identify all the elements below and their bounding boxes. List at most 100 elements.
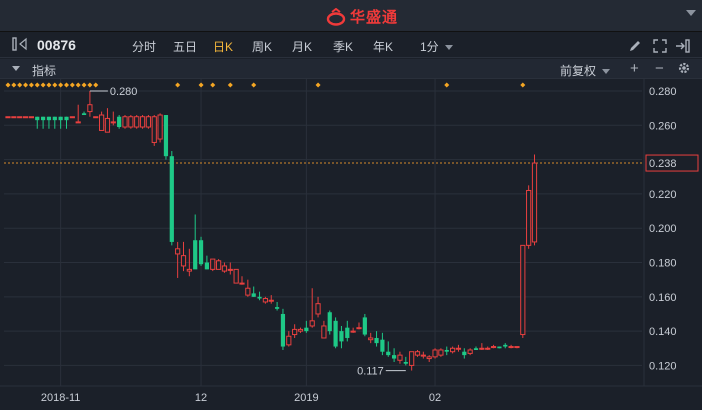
candle[interactable] xyxy=(497,346,502,349)
window-menu-icon[interactable] xyxy=(686,10,696,16)
candle[interactable] xyxy=(455,344,462,352)
candle[interactable] xyxy=(210,258,216,272)
candle[interactable] xyxy=(508,344,514,349)
candle[interactable] xyxy=(503,343,508,349)
tab-yearly-k[interactable]: 年K xyxy=(373,38,393,55)
candle[interactable] xyxy=(444,346,449,356)
event-marker-icon[interactable] xyxy=(75,82,81,88)
event-marker-icon[interactable] xyxy=(64,82,69,88)
candle[interactable] xyxy=(403,356,408,366)
candle[interactable] xyxy=(450,346,456,354)
candle[interactable] xyxy=(110,111,116,126)
candle[interactable] xyxy=(397,351,403,364)
event-marker-icon[interactable] xyxy=(17,82,23,88)
candle[interactable] xyxy=(64,116,69,129)
collapse-triangle-icon[interactable] xyxy=(12,66,20,71)
candle[interactable] xyxy=(22,116,29,119)
candle[interactable] xyxy=(75,104,81,124)
candle[interactable] xyxy=(216,259,222,270)
candle[interactable] xyxy=(257,291,262,301)
event-marker-icon[interactable] xyxy=(198,82,204,88)
candle[interactable] xyxy=(321,320,327,339)
candle[interactable] xyxy=(374,331,379,347)
candle[interactable] xyxy=(128,115,134,129)
event-marker-icon[interactable] xyxy=(444,82,450,88)
candle[interactable] xyxy=(169,151,174,246)
candle[interactable] xyxy=(333,317,338,349)
candle[interactable] xyxy=(462,348,467,359)
candle[interactable] xyxy=(163,115,169,160)
zoom-in-button[interactable]: + xyxy=(630,60,639,77)
event-marker-icon[interactable] xyxy=(46,82,52,88)
event-marker-icon[interactable] xyxy=(210,82,216,88)
candle[interactable] xyxy=(239,276,245,285)
exit-icon[interactable] xyxy=(675,39,691,56)
event-marker-icon[interactable] xyxy=(28,82,34,88)
event-marker-icon[interactable] xyxy=(315,82,321,88)
candle[interactable] xyxy=(520,244,526,338)
candle[interactable] xyxy=(380,332,385,356)
event-marker-icon[interactable] xyxy=(11,82,17,88)
candle[interactable] xyxy=(514,346,520,349)
event-markers[interactable] xyxy=(5,82,526,88)
candlestick-chart[interactable]: 0.2800.117 0.2800.2600.2400.2200.2000.18… xyxy=(0,79,702,410)
event-marker-icon[interactable] xyxy=(93,82,99,88)
candle[interactable] xyxy=(17,116,23,119)
candle[interactable] xyxy=(58,116,63,129)
candle[interactable] xyxy=(368,332,374,344)
candle[interactable] xyxy=(233,268,239,284)
candle[interactable] xyxy=(11,116,17,119)
candle[interactable] xyxy=(485,346,491,350)
candle[interactable] xyxy=(99,111,105,131)
event-marker-icon[interactable] xyxy=(69,82,75,88)
candle[interactable] xyxy=(275,301,280,311)
candle[interactable] xyxy=(41,116,46,129)
candle[interactable] xyxy=(122,115,128,129)
candles[interactable] xyxy=(5,91,538,371)
candle[interactable] xyxy=(420,351,426,359)
event-marker-icon[interactable] xyxy=(5,82,11,88)
event-marker-icon[interactable] xyxy=(52,82,58,88)
candle[interactable] xyxy=(362,313,367,337)
candle[interactable] xyxy=(356,322,362,330)
candle[interactable] xyxy=(204,255,209,270)
candle[interactable] xyxy=(151,115,157,146)
candle[interactable] xyxy=(315,296,321,318)
candle[interactable] xyxy=(81,111,87,116)
candle[interactable] xyxy=(134,115,140,129)
candle[interactable] xyxy=(198,236,204,266)
indicator-label[interactable]: 指标 xyxy=(32,62,56,79)
candle[interactable] xyxy=(479,343,485,350)
settings-gear-icon[interactable] xyxy=(677,61,691,79)
candle[interactable] xyxy=(392,348,397,362)
tab-daily-k[interactable]: 日K xyxy=(213,38,233,55)
tab-weekly-k[interactable]: 周K xyxy=(252,38,272,55)
candle[interactable] xyxy=(526,185,532,249)
candle[interactable] xyxy=(438,348,444,357)
candle[interactable] xyxy=(414,349,421,357)
candle[interactable] xyxy=(157,113,163,143)
tab-quarterly-k[interactable]: 季K xyxy=(333,38,353,55)
candle[interactable] xyxy=(245,279,251,297)
event-marker-icon[interactable] xyxy=(520,82,526,88)
candle[interactable] xyxy=(180,241,187,272)
candle[interactable] xyxy=(139,115,146,129)
candle[interactable] xyxy=(221,262,228,273)
event-marker-icon[interactable] xyxy=(87,82,93,88)
event-marker-icon[interactable] xyxy=(23,82,29,88)
tab-monthly-k[interactable]: 月K xyxy=(292,38,312,55)
zoom-out-button[interactable]: − xyxy=(655,60,664,77)
sidebar-toggle-icon[interactable] xyxy=(12,37,28,54)
candle[interactable] xyxy=(386,341,391,357)
candle[interactable] xyxy=(473,346,479,350)
fullscreen-icon[interactable] xyxy=(653,39,667,56)
tab-intraday[interactable]: 分时 xyxy=(132,38,156,55)
event-marker-icon[interactable] xyxy=(251,82,257,88)
candle[interactable] xyxy=(262,296,268,304)
candle[interactable] xyxy=(292,324,298,338)
event-marker-icon[interactable] xyxy=(34,82,40,88)
candle[interactable] xyxy=(93,116,99,119)
candle[interactable] xyxy=(46,116,52,129)
tab-five-day[interactable]: 五日 xyxy=(173,38,197,55)
candle[interactable] xyxy=(350,327,356,333)
